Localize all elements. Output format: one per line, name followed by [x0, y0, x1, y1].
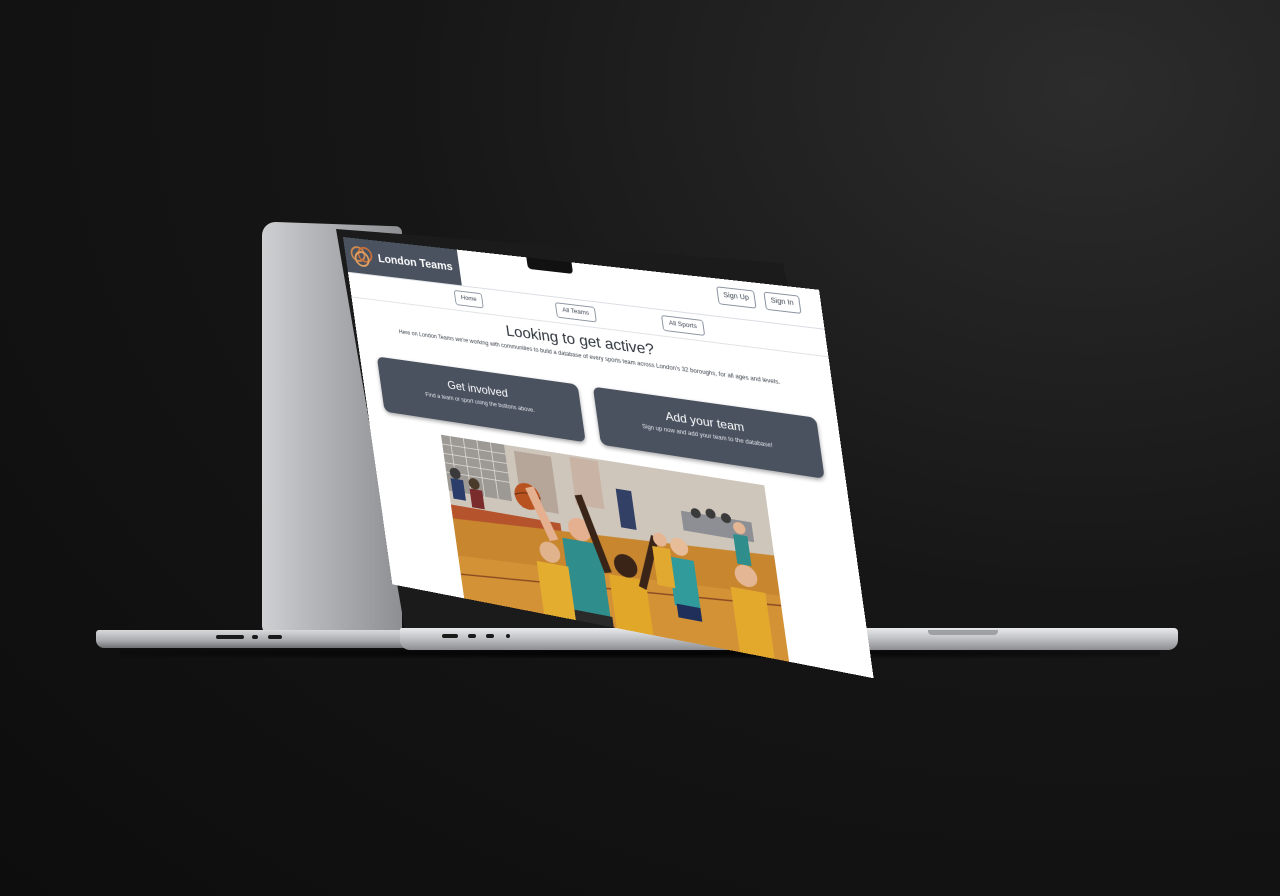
- port-slot: [216, 635, 244, 639]
- sign-up-button[interactable]: Sign Up: [716, 286, 757, 309]
- get-involved-card[interactable]: Get involved Find a team or sport using …: [376, 356, 586, 443]
- port-usbc: [468, 634, 476, 638]
- nav-all-teams-button[interactable]: All Teams: [554, 302, 597, 323]
- back-laptop-base: [96, 630, 416, 648]
- brand-name: London Teams: [377, 251, 454, 274]
- basketball-logo-icon: [349, 243, 375, 269]
- nav-all-sports-button[interactable]: All Sports: [660, 314, 706, 336]
- nav-home-button[interactable]: Home: [453, 289, 485, 309]
- port-hdmi: [268, 635, 282, 639]
- trackpad-notch: [928, 630, 998, 635]
- sign-in-button[interactable]: Sign In: [763, 291, 802, 314]
- port-usbc: [486, 634, 494, 638]
- port-audio: [506, 634, 510, 638]
- port-usb: [252, 635, 258, 639]
- port-magsafe: [442, 634, 458, 638]
